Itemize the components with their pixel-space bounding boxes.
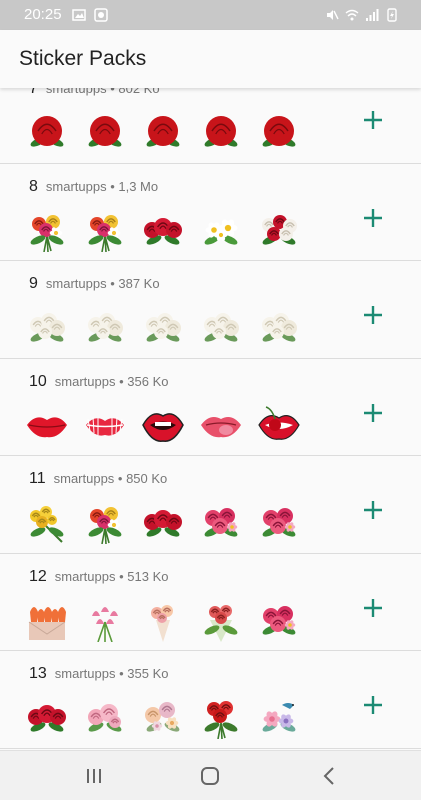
sticker-pink-bouquet: [256, 598, 302, 642]
sticker-white-roses: [82, 305, 128, 349]
sticker-red-roses: [140, 500, 186, 544]
pack-number: 7: [29, 88, 38, 97]
sticker-wrapped-bouquet: [198, 598, 244, 642]
sticker-white-roses: [198, 305, 244, 349]
sticker-pack-row[interactable]: 13 smartupps • 355 Ko: [0, 651, 421, 749]
sticker-pack-row[interactable]: 12 smartupps • 513 Ko: [0, 553, 421, 651]
sticker-pink-bouquet: [256, 500, 302, 544]
status-bar: 20:25: [0, 0, 421, 30]
pack-header: 7 smartupps • 802 Ko: [29, 88, 160, 98]
pack-meta: smartupps • 513 Ko: [54, 568, 169, 584]
add-pack-plus-icon[interactable]: [361, 303, 385, 327]
sticker-yellow-bouquet: [24, 500, 70, 544]
mute-icon: [327, 10, 339, 20]
sticker-kiss-print: [82, 403, 128, 447]
pack-header: 13 smartupps • 355 Ko: [29, 665, 168, 683]
home-icon[interactable]: [196, 763, 224, 789]
sticker-mixed-bouquet: [82, 500, 128, 545]
sticker-pink-roses: [82, 695, 128, 739]
status-time: 20:25: [24, 6, 62, 23]
gallery-notification-icon: [72, 9, 86, 21]
add-pack-plus-icon[interactable]: [361, 108, 385, 132]
sticker-cherry-lips: [256, 403, 302, 447]
add-pack-plus-icon[interactable]: [361, 206, 385, 230]
wifi-icon: [345, 9, 359, 21]
sticker-pack-row[interactable]: 11 smartupps • 850 Ko: [0, 456, 421, 554]
pack-header: 9 smartupps • 387 Ko: [29, 275, 160, 293]
sticker-previews: [24, 403, 302, 447]
sticker-pack-row[interactable]: 7 smartupps • 802 Ko: [0, 88, 421, 164]
sticker-pink-tulips: [82, 598, 128, 642]
pack-number: 11: [29, 470, 46, 487]
sticker-mixed-bouquet: [82, 208, 128, 252]
back-icon[interactable]: [316, 763, 344, 789]
pack-meta: smartupps • 802 Ko: [45, 88, 160, 96]
add-pack-plus-icon[interactable]: [361, 693, 385, 717]
sticker-pack-list[interactable]: 7 smartupps • 802 Ko 8 smartupps • 1,3 Mo 9 s…: [0, 88, 421, 750]
pack-number: 12: [29, 567, 47, 585]
pack-meta: smartupps • 1,3 Mo: [45, 178, 159, 194]
sticker-pack-row[interactable]: 9 smartupps • 387 Ko: [0, 261, 421, 359]
add-pack-plus-icon[interactable]: [361, 596, 385, 620]
sticker-open-mouth: [140, 403, 186, 447]
sticker-previews: [24, 598, 302, 642]
sticker-licking-lips: [198, 403, 244, 447]
sticker-red-bouquet: [198, 695, 244, 740]
sticker-previews: [24, 305, 302, 349]
add-pack-plus-icon[interactable]: [361, 401, 385, 425]
app-notification-icon: [94, 8, 108, 22]
battery-charging-icon: [387, 8, 397, 22]
sticker-white-roses: [256, 305, 302, 349]
sticker-pack-row[interactable]: 10 smartupps • 356 Ko: [0, 358, 421, 456]
pack-header: 12 smartupps • 513 Ko: [29, 568, 168, 586]
add-pack-plus-icon[interactable]: [361, 498, 385, 522]
pack-number: 10: [29, 372, 47, 390]
pack-header: 8 smartupps • 1,3 Mo: [29, 178, 158, 196]
sticker-red-roses: [24, 695, 70, 739]
pack-header: 10 smartupps • 356 Ko: [29, 373, 168, 391]
sticker-red-rose: [256, 110, 302, 154]
sticker-red-rose: [140, 110, 186, 154]
sticker-mixed-bouquet: [24, 208, 70, 252]
sticker-tulip-envelope: [24, 598, 70, 642]
pack-number: 9: [29, 275, 38, 292]
sticker-red-rose: [82, 110, 128, 154]
sticker-daisies: [198, 208, 244, 252]
sticker-tulip-bouquet: [140, 598, 186, 642]
sticker-pastel-flowers: [140, 695, 186, 739]
signal-icon: [366, 9, 379, 21]
pack-header: 11 smartupps • 850 Ko: [29, 470, 167, 488]
sticker-previews: [24, 500, 302, 545]
sticker-floral-bird: [256, 695, 302, 739]
sticker-previews: [24, 208, 302, 252]
sticker-red-rose: [24, 110, 70, 154]
page-title: Sticker Packs: [19, 47, 147, 70]
sticker-pack-row[interactable]: 8 smartupps • 1,3 Mo: [0, 163, 421, 261]
pack-meta: smartupps • 850 Ko: [53, 471, 168, 486]
pack-meta: smartupps • 355 Ko: [54, 666, 169, 681]
sticker-red-lips: [24, 403, 70, 447]
sticker-white-red-roses: [256, 208, 302, 252]
recent-apps-icon[interactable]: [80, 763, 108, 789]
sticker-white-roses: [140, 305, 186, 349]
sticker-red-rose: [198, 110, 244, 154]
sticker-red-roses: [140, 208, 186, 252]
pack-meta: smartupps • 356 Ko: [54, 373, 169, 389]
navigation-bar: [0, 750, 421, 800]
pack-number: 8: [29, 177, 38, 195]
sticker-previews: [24, 110, 302, 154]
pack-meta: smartupps • 387 Ko: [45, 276, 160, 291]
sticker-pink-bouquet: [198, 500, 244, 544]
sticker-previews: [24, 695, 302, 740]
pack-number: 13: [29, 665, 47, 682]
app-bar: Sticker Packs: [0, 30, 421, 88]
sticker-white-roses: [24, 305, 70, 349]
